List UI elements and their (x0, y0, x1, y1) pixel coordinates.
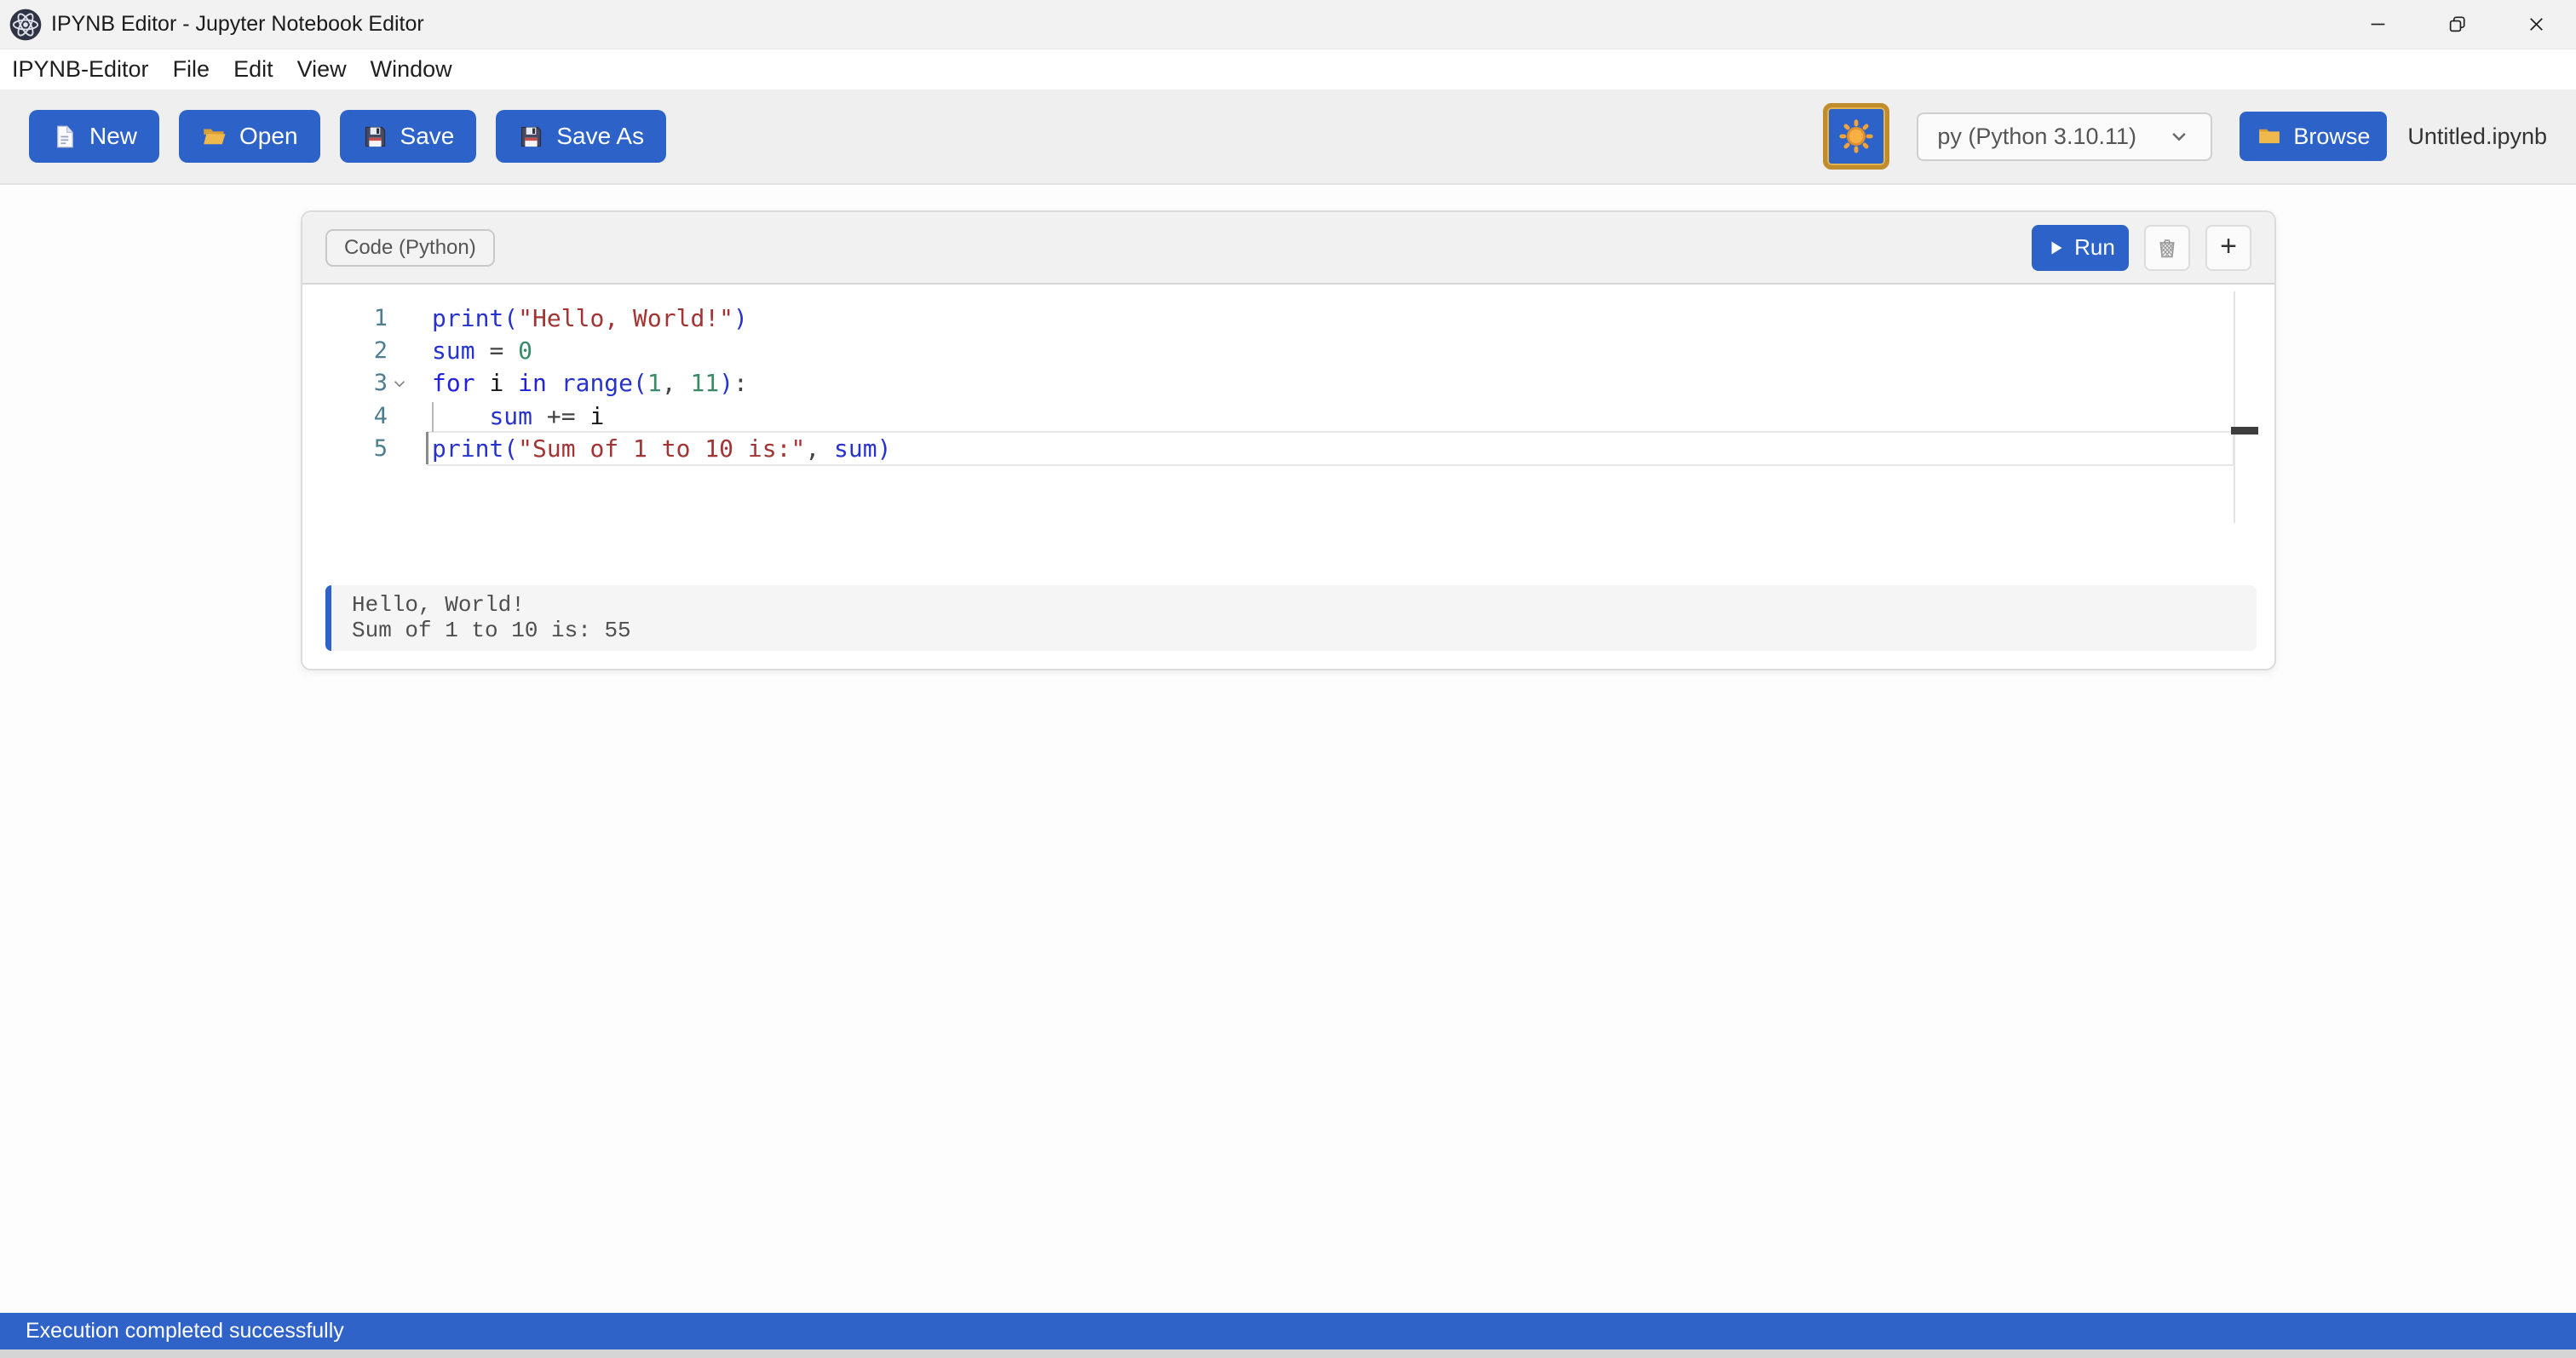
code-text: print("Sum of 1 to 10 is:", sum) (411, 433, 891, 465)
toolbar-button-open[interactable]: Open (179, 110, 320, 163)
line-number: 4 (302, 400, 388, 433)
window-controls (2338, 0, 2576, 49)
fold-column (388, 335, 411, 367)
add-cell-button[interactable]: + (2205, 225, 2251, 271)
cell-output: Hello, World!Sum of 1 to 10 is: 55 (325, 585, 2257, 651)
notebook-cell: Code (Python) Run + (301, 210, 2276, 670)
output-line: Hello, World! (352, 592, 2257, 618)
code-lines: 1 print("Hello, World!") 2 sum = 0 3 for i in… (302, 285, 2274, 465)
new-document-icon (51, 124, 78, 150)
sun-icon (1837, 118, 1875, 155)
menu-item-view[interactable]: View (285, 56, 359, 83)
toolbar-button-label: New (89, 123, 137, 150)
scrollbar-thumb[interactable] (2231, 427, 2258, 434)
closed-folder-icon (2257, 124, 2282, 149)
current-filename: Untitled.ipynb (2407, 124, 2547, 150)
cell-actions: Run + (2032, 225, 2251, 271)
menu-item-file[interactable]: File (161, 56, 222, 83)
output-line: Sum of 1 to 10 is: 55 (352, 618, 2257, 643)
code-text: for i in range(1, 11): (411, 367, 748, 400)
code-editor[interactable]: 1 print("Hello, World!") 2 sum = 0 3 for i in… (302, 285, 2274, 585)
menu-item-edit[interactable]: Edit (221, 56, 285, 83)
app-window: IPYNB Editor - Jupyter Notebook Editor I… (0, 0, 2576, 1358)
status-bar: Execution completed successfully (0, 1313, 2576, 1358)
text-cursor (426, 432, 428, 464)
fold-chevron-icon[interactable] (388, 367, 411, 400)
theme-toggle-button[interactable] (1823, 103, 1889, 170)
run-button[interactable]: Run (2032, 225, 2129, 271)
close-button[interactable] (2497, 0, 2576, 49)
cell-header: Code (Python) Run + (302, 212, 2274, 285)
toolbar-button-label: Open (239, 123, 298, 150)
status-message-bar: Execution completed successfully (0, 1313, 2576, 1349)
notebook-area: Code (Python) Run + (0, 185, 2576, 1313)
electron-atom-icon (9, 8, 43, 42)
line-number: 3 (302, 367, 388, 400)
status-message: Execution completed successfully (26, 1319, 344, 1344)
title-bar: IPYNB Editor - Jupyter Notebook Editor (0, 0, 2576, 49)
run-button-label: Run (2074, 234, 2115, 261)
delete-cell-button[interactable] (2144, 225, 2190, 271)
maximize-restore-button[interactable] (2418, 0, 2497, 49)
floppy-disk-icon (362, 124, 388, 150)
close-icon (2525, 13, 2548, 36)
code-line-4[interactable]: 4 sum += i (302, 400, 2274, 433)
toolbar-button-save-as[interactable]: Save As (496, 110, 666, 163)
restore-icon (2446, 13, 2469, 36)
toolbar-button-label: Save As (556, 123, 644, 150)
chevron-down-icon (2166, 124, 2192, 149)
menu-bar: IPYNB-EditorFileEditViewWindow (0, 49, 2576, 89)
play-icon (2045, 238, 2066, 258)
toolbar: New Open Save Save As py (Python 3.10.11) B… (0, 89, 2576, 185)
add-cell-label: + (2220, 232, 2237, 261)
minimize-icon (2366, 13, 2389, 36)
toolbar-file-buttons: New Open Save Save As (29, 110, 686, 163)
browse-button[interactable]: Browse (2240, 112, 2387, 161)
trash-icon (2153, 234, 2181, 262)
window-bottom-edge (0, 1349, 2576, 1358)
code-text: sum += i (411, 400, 604, 433)
kernel-select-value: py (Python 3.10.11) (1937, 124, 2136, 150)
code-text: print("Hello, World!") (411, 302, 748, 335)
toolbar-right: py (Python 3.10.11) Browse Untitled.ipyn… (1823, 103, 2547, 170)
cell-type-badge: Code (Python) (325, 229, 495, 267)
line-number: 5 (302, 433, 388, 465)
line-number: 1 (302, 302, 388, 335)
menu-item-window[interactable]: Window (359, 56, 464, 83)
window-title: IPYNB Editor - Jupyter Notebook Editor (51, 12, 424, 37)
fold-column (388, 400, 411, 433)
code-text: sum = 0 (411, 335, 532, 367)
browse-button-label: Browse (2293, 124, 2370, 150)
indent-guide (432, 402, 434, 432)
code-line-2[interactable]: 2 sum = 0 (302, 335, 2274, 367)
toolbar-button-new[interactable]: New (29, 110, 159, 163)
fold-column (388, 433, 411, 465)
kernel-select[interactable]: py (Python 3.10.11) (1917, 112, 2212, 161)
toolbar-button-save[interactable]: Save (340, 110, 477, 163)
code-line-1[interactable]: 1 print("Hello, World!") (302, 302, 2274, 335)
code-line-5[interactable]: 5 print("Sum of 1 to 10 is:", sum) (302, 433, 2274, 465)
toolbar-button-label: Save (400, 123, 455, 150)
menu-item-ipynb-editor[interactable]: IPYNB-Editor (0, 56, 161, 83)
line-number: 2 (302, 335, 388, 367)
fold-column (388, 302, 411, 335)
floppy-disk-icon (518, 124, 544, 150)
open-folder-icon (201, 124, 227, 150)
code-line-3[interactable]: 3 for i in range(1, 11): (302, 367, 2274, 400)
minimize-button[interactable] (2338, 0, 2418, 49)
